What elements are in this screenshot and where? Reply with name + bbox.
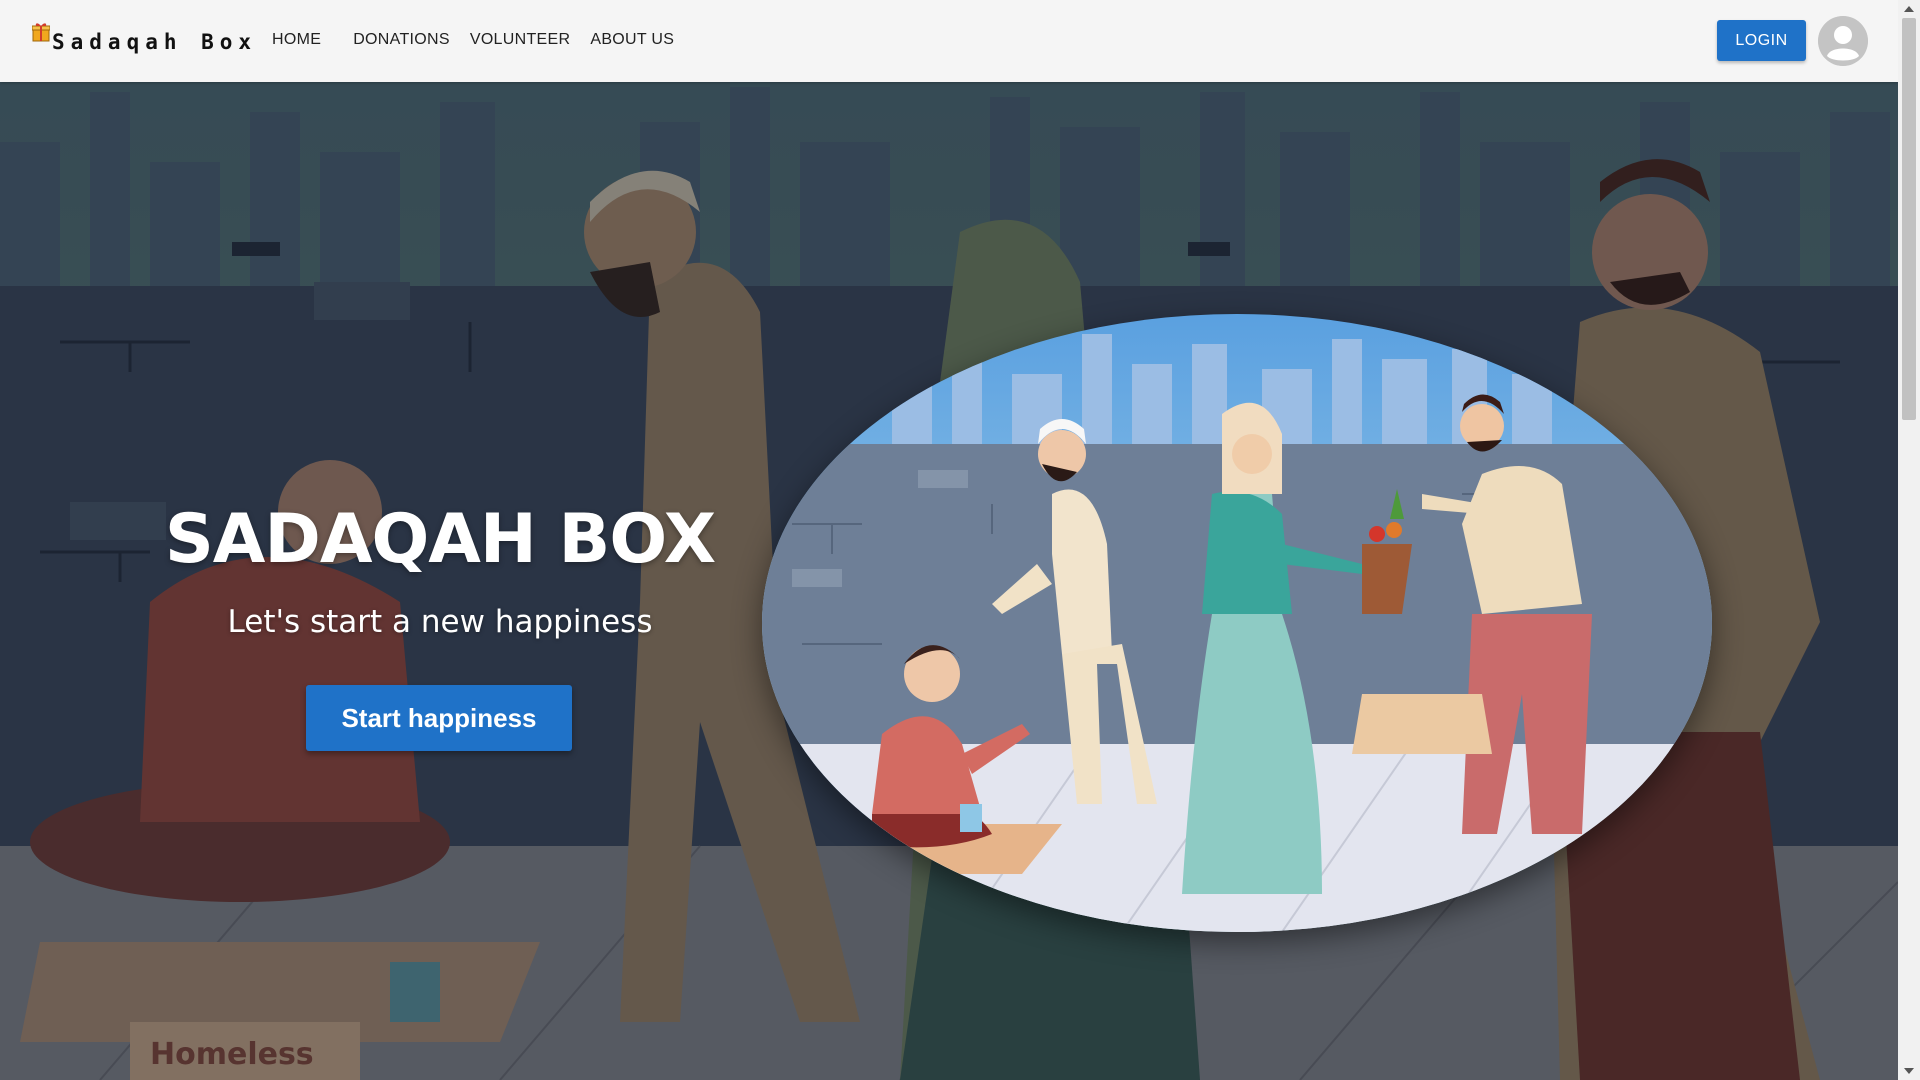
start-happiness-button[interactable]: Start happiness [306, 685, 572, 751]
top-navbar: Sadaqah Box HOME DONATIONS VOLUNTEER ABO… [0, 0, 1898, 82]
nav-home-link[interactable]: HOME [262, 31, 331, 49]
nav-about-link[interactable]: ABOUT US [580, 31, 684, 49]
hero-title: SADAQAH BOX [164, 500, 716, 579]
nav-links: HOME DONATIONS VOLUNTEER ABOUT US [262, 31, 684, 49]
nav-donations-link[interactable]: DONATIONS [343, 31, 460, 49]
hero-subtitle: Let's start a new happiness [227, 604, 653, 640]
gift-box-icon [32, 23, 50, 42]
nav-volunteer-link[interactable]: VOLUNTEER [460, 31, 581, 49]
brand-name: Sadaqah Box [52, 30, 258, 54]
charity-illustration-image [762, 314, 1712, 932]
user-avatar-icon[interactable] [1818, 16, 1868, 66]
scroll-down-arrow-icon[interactable] [1898, 1062, 1920, 1080]
scroll-up-arrow-icon[interactable] [1898, 0, 1920, 18]
hero-section: Homeless SADAQAH BOX Let's start a new h… [0, 82, 1898, 1080]
page-scrollbar[interactable] [1898, 0, 1920, 1080]
scrollbar-thumb[interactable] [1902, 18, 1916, 420]
login-button[interactable]: LOGIN [1717, 20, 1806, 61]
brand-logo[interactable]: Sadaqah Box [32, 20, 257, 60]
